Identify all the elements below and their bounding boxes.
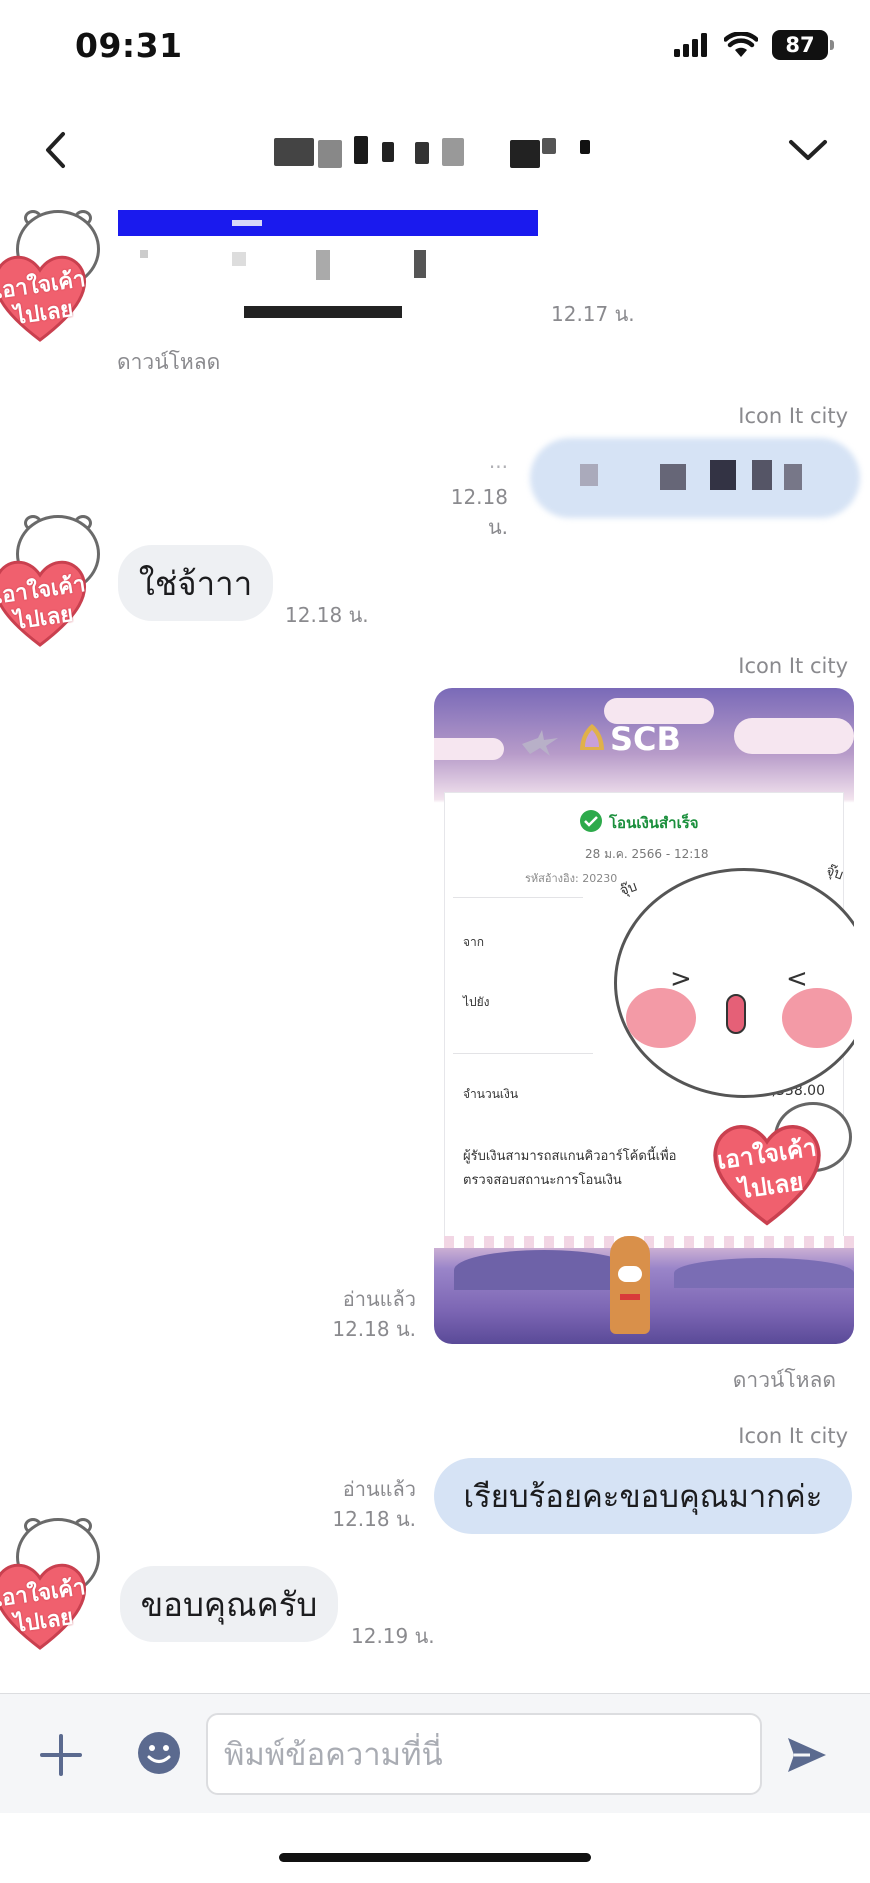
smiley-icon [138,1732,180,1774]
sender-avatar-sticker[interactable]: เอาใจเค้า ไปเลย [0,210,130,360]
cloud-shape [734,718,854,754]
to-label: ไปยัง [463,995,490,1009]
message-input-bar: พิมพ์ข้อความที่นี่ [0,1693,870,1813]
add-button[interactable] [38,1732,84,1778]
message-bubble[interactable]: ใช่จ้าาา [118,545,273,621]
menu-dropdown-button[interactable] [786,130,830,170]
read-status: อ่านแล้ว 12.18 น. [320,1284,416,1344]
message-time: 12.18 น. [285,603,369,627]
chevron-left-icon [46,132,65,168]
status-icons: 87 [674,30,834,60]
wifi-icon [724,32,758,57]
check-circle-icon [580,810,602,832]
message-incoming-1: เอาใจเค้า ไปเลย 12.17 น. ดาวน์โหลด [0,200,870,375]
read-label: อ่านแล้ว [342,1287,416,1311]
message-incoming-6: เอาใจเค้า ไปเลย ขอบคุณครับ 12.19 น. [0,1518,870,1678]
read-label: อ่านแล้ว [342,1477,416,1501]
status-time: 09:31 [75,26,183,65]
download-link[interactable]: ดาวน์โหลด [117,346,220,379]
send-button[interactable] [782,1730,832,1780]
redacted-text [414,250,426,278]
message-time: 12.17 น. [551,302,635,326]
battery-level: 87 [785,33,815,57]
sticker-sound: จุ๊บ [617,878,640,900]
redacted-text [316,250,330,280]
heart-sticker: เอาใจเค้า ไปเลย [708,1102,854,1242]
from-label: จาก [463,935,485,949]
redacted-text [140,250,148,258]
battery-indicator: 87 [772,30,834,60]
message-input[interactable]: พิมพ์ข้อความที่นี่ [206,1713,762,1795]
chevron-down-icon [789,140,827,160]
redacted-text [232,220,262,226]
signal-icon [674,33,707,57]
redacted-text [232,252,246,266]
slip-note: ผู้รับเงินสามารถสแกนคิวอาร์โค้ดนี้เพื่อ … [463,1149,677,1188]
redacted-text [244,306,402,318]
transfer-ref: รหัสอ้างอิง: 20230 [525,872,618,885]
chat-title [270,136,600,168]
cloud-shape [434,738,504,760]
scb-logo-icon [580,724,604,750]
message-outgoing-2: Icon It city ··· 12.18 น. [0,400,870,539]
amount-label: จำนวนเงิน [463,1087,519,1101]
dog-figure [610,1236,650,1334]
sender-name: Icon It city [738,654,848,678]
message-bubble[interactable]: ขอบคุณครับ [120,1566,338,1642]
home-indicator[interactable] [279,1853,591,1862]
plus-icon [40,1734,82,1776]
back-button[interactable] [36,130,76,170]
sender-avatar-sticker[interactable]: เอาใจเค้า ไปเลย [0,515,130,665]
sender-name: Icon It city [738,1424,848,1448]
transfer-status: โอนเงินสำเร็จ [609,814,699,832]
message-time: 12.18 น. [332,1317,416,1341]
send-icon [788,1738,826,1772]
emoji-button[interactable] [136,1730,182,1776]
transfer-date: 28 ม.ค. 2566 - 12:18 [585,847,709,861]
message-incoming-3: เอาใจเค้า ไปเลย ใช่จ้าาา 12.18 น. [0,515,870,665]
bird-icon [522,730,558,756]
bank-name: SCB [610,720,681,758]
slip-scenery [434,1236,854,1344]
message-time: 12.19 น. [351,1624,435,1648]
transfer-slip-image[interactable]: SCB โอนเงินสำเร็จ 28 ม.ค. 2566 - 12:18 ร… [434,688,854,1344]
sender-avatar-sticker[interactable]: เอาใจเค้า ไปเลย [0,1518,130,1668]
redacted-link-bar [118,210,538,236]
sender-name: Icon It city [738,404,848,428]
bear-kiss-sticker: > < จุ๊บ จุ๊บ [614,863,854,1098]
chat-header [0,108,870,188]
chat-screen: 09:31 87 เอาใจเค้า ไปเลย 12.17 น. ดาวน์โ… [0,0,870,1883]
download-link[interactable]: ดาวน์โหลด [733,1364,836,1397]
